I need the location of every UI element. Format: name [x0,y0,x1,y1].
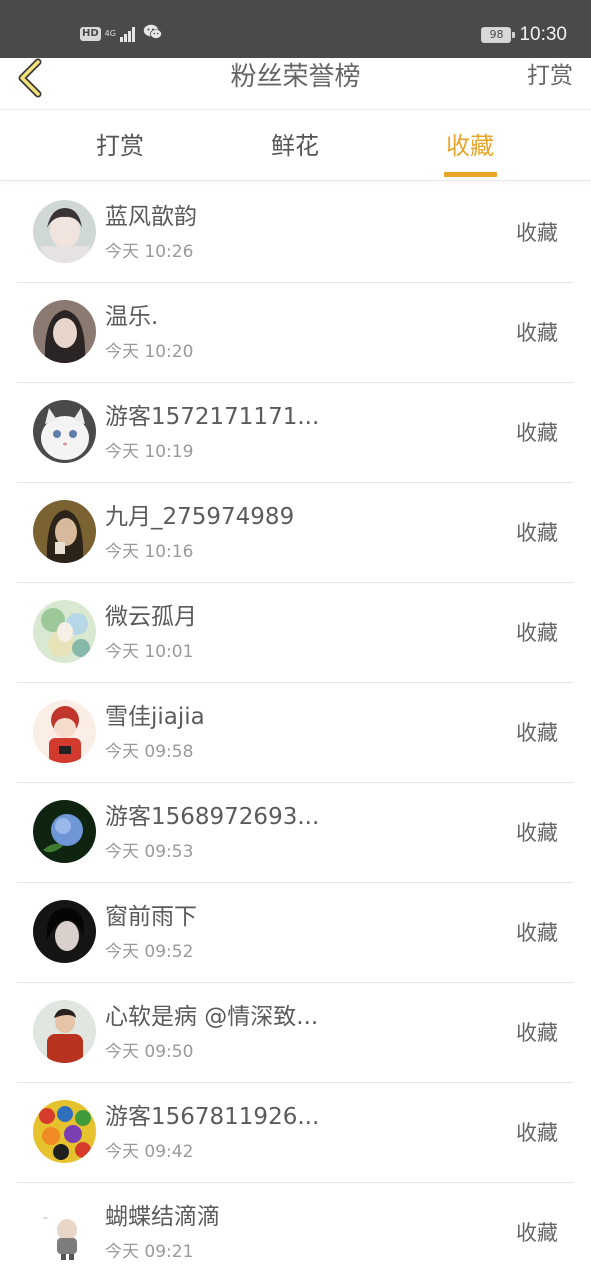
fan-time: 今天 09:50 [105,1042,194,1062]
active-tab-indicator [444,172,497,177]
fan-name: 温乐. [105,304,159,330]
tab-bar: 打赏 鲜花 收藏 [0,111,591,181]
wechat-icon [143,24,163,44]
fan-name: 窗前雨下 [105,904,197,930]
status-icons-right: 98 10:30 [481,24,567,46]
avatar [33,400,96,463]
avatar [33,600,96,663]
action-label: 收藏 [516,821,558,845]
fan-name: 游客1568972693... [105,804,320,830]
fan-name: 蓝风歆韵 [105,204,197,230]
fan-list: 蓝风歆韵 今天 10:26 收藏 温乐. 今天 10:20 收藏 游客15721… [0,183,591,1280]
tab-favorites[interactable]: 收藏 [400,111,540,181]
avatar [33,700,96,763]
fan-name: 蝴蝶结滴滴 [105,1204,220,1230]
fan-time: 今天 10:16 [105,542,194,562]
list-item[interactable]: 温乐. 今天 10:20 收藏 [17,283,574,383]
avatar [33,1000,96,1063]
fan-time: 今天 09:58 [105,742,194,762]
action-label: 收藏 [516,421,558,445]
fan-time: 今天 09:42 [105,1142,194,1162]
list-item[interactable]: 游客1568972693... 今天 09:53 收藏 [17,783,574,883]
action-label: 收藏 [516,1021,558,1045]
fan-time: 今天 10:20 [105,342,194,362]
hd-badge: HD [80,27,101,41]
fan-name: 游客1572171171... [105,404,320,430]
page-title: 粉丝荣誉榜 [230,62,361,92]
status-icons-left: HD 4G [80,24,163,44]
avatar [33,800,96,863]
avatar [33,200,96,263]
action-label: 收藏 [516,621,558,645]
action-label: 收藏 [516,221,558,245]
avatar [33,900,96,963]
header: 粉丝荣誉榜 打赏 [0,58,591,110]
svg-text:~: ~ [43,1215,48,1222]
fan-name: 微云孤月 [105,604,197,630]
battery-icon: 98 [481,27,516,43]
fan-time: 今天 09:21 [105,1242,194,1262]
list-item[interactable]: 雪佳jiajia 今天 09:58 收藏 [17,683,574,783]
status-clock: 10:30 [519,24,567,45]
list-item[interactable]: 游客1567811926... 今天 09:42 收藏 [17,1083,574,1183]
fan-time: 今天 10:26 [105,242,194,262]
list-item[interactable]: 蓝风歆韵 今天 10:26 收藏 [17,183,574,283]
fan-name: 九月_275974989 [105,504,295,530]
fan-time: 今天 09:52 [105,942,194,962]
fan-name: 心软是病 @情深致... [105,1004,319,1030]
list-item[interactable]: 微云孤月 今天 10:01 收藏 [17,583,574,683]
network-type: 4G [104,29,116,38]
action-label: 收藏 [516,521,558,545]
fan-time: 今天 09:53 [105,842,194,862]
avatar [33,500,96,563]
list-item[interactable]: 游客1572171171... 今天 10:19 收藏 [17,383,574,483]
avatar: ~ [33,1200,96,1263]
avatar [33,1100,96,1163]
fan-name: 游客1567811926... [105,1104,320,1130]
fan-name: 雪佳jiajia [105,704,205,730]
action-label: 收藏 [516,921,558,945]
action-label: 收藏 [516,321,558,345]
fan-time: 今天 10:01 [105,642,194,662]
list-item[interactable]: ~ 蝴蝶结滴滴 今天 09:21 收藏 [17,1183,574,1280]
list-item[interactable]: 窗前雨下 今天 09:52 收藏 [17,883,574,983]
list-item[interactable]: 心软是病 @情深致... 今天 09:50 收藏 [17,983,574,1083]
status-bar: HD 4G 98 10:30 [0,0,591,58]
action-label: 收藏 [516,1121,558,1145]
tab-reward[interactable]: 打赏 [50,111,190,181]
fan-time: 今天 10:19 [105,442,194,462]
action-label: 收藏 [516,721,558,745]
signal-icon [119,26,135,42]
reward-button[interactable]: 打赏 [527,58,573,94]
action-label: 收藏 [516,1221,558,1245]
avatar [33,300,96,363]
list-item[interactable]: 九月_275974989 今天 10:16 收藏 [17,483,574,583]
tab-flowers[interactable]: 鲜花 [225,111,365,181]
